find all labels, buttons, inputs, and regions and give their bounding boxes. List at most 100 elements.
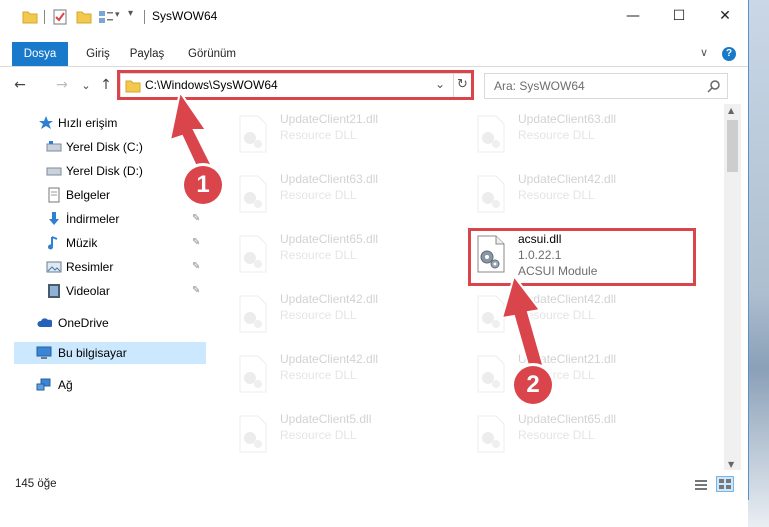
folder-icon[interactable] xyxy=(22,9,38,25)
minimize-icon: — xyxy=(626,8,640,24)
search-input[interactable]: Ara: SysWOW64 xyxy=(494,79,585,93)
customize-dropdown-icon[interactable]: ▾ xyxy=(115,10,120,20)
sidebar-item-this-pc[interactable]: Bu bilgisayar xyxy=(14,342,206,364)
sidebar-item-label: Yerel Disk (C:) xyxy=(66,140,143,154)
documents-icon xyxy=(48,187,60,203)
sidebar-item-network[interactable]: Ağ xyxy=(0,374,206,396)
large-icons-view-icon[interactable] xyxy=(716,476,734,492)
forward-button[interactable]: → xyxy=(52,75,72,95)
scrollbar-thumb[interactable] xyxy=(727,120,738,172)
divider xyxy=(144,10,145,24)
sidebar-item-pictures[interactable]: Resimler ✎ xyxy=(0,256,206,278)
file-description: Resource DLL xyxy=(280,368,357,382)
drive-icon xyxy=(46,141,62,152)
file-tile[interactable]: UpdateClient65.dll Resource DLL xyxy=(214,228,434,276)
forward-arrow-icon: → xyxy=(56,77,68,93)
sidebar-item-label: Videolar xyxy=(66,284,110,298)
file-description: Resource DLL xyxy=(280,308,357,322)
sidebar-item-music[interactable]: Müzik ✎ xyxy=(0,232,206,254)
dll-file-icon xyxy=(239,415,267,453)
up-button[interactable]: ↑ xyxy=(96,75,116,95)
divider xyxy=(44,10,45,24)
network-icon xyxy=(36,378,51,391)
file-tile[interactable]: UpdateClient42.dll Resource DLL xyxy=(214,288,434,336)
sidebar-item-videos[interactable]: Videolar ✎ xyxy=(0,280,206,302)
sidebar-item-downloads[interactable]: İndirmeler ✎ xyxy=(0,208,206,230)
video-icon xyxy=(48,284,60,298)
callout-badge-2: 2 xyxy=(514,366,552,404)
up-arrow-icon: ↑ xyxy=(100,77,112,93)
file-tile[interactable]: UpdateClient63.dll Resource DLL xyxy=(452,108,672,156)
file-tile[interactable]: UpdateClient63.dll Resource DLL xyxy=(214,168,434,216)
view-icon[interactable] xyxy=(98,9,114,25)
tab-gorunum[interactable]: Görünüm xyxy=(182,42,242,66)
file-name: UpdateClient42.dll xyxy=(280,352,379,366)
file-tile[interactable]: UpdateClient21.dll Resource DLL xyxy=(214,108,434,156)
sidebar-item-label: İndirmeler xyxy=(66,212,120,226)
tab-dosya[interactable]: Dosya xyxy=(12,42,68,66)
sidebar-item-label: OneDrive xyxy=(58,316,109,330)
music-icon xyxy=(48,236,58,250)
file-description: Resource DLL xyxy=(518,128,595,142)
new-folder-icon[interactable] xyxy=(76,9,92,25)
sidebar-item-label: Resimler xyxy=(66,260,114,274)
pictures-icon xyxy=(46,261,62,273)
qat-menu-icon[interactable]: ▾ xyxy=(128,8,133,19)
dll-file-icon xyxy=(239,355,267,393)
file-tile[interactable]: UpdateClient42.dll Resource DLL xyxy=(452,168,672,216)
maximize-button[interactable]: ☐ xyxy=(656,0,702,32)
file-name: UpdateClient65.dll xyxy=(280,232,379,246)
search-icon[interactable] xyxy=(707,79,721,93)
dll-file-icon xyxy=(477,175,505,213)
pin-icon[interactable]: ✎ xyxy=(192,261,200,272)
properties-icon[interactable] xyxy=(52,9,68,25)
file-name: UpdateClient63.dll xyxy=(280,172,379,186)
sidebar-item-label: Hızlı erişim xyxy=(58,116,118,130)
dll-file-icon xyxy=(477,415,505,453)
sidebar-item-label: Ağ xyxy=(58,378,73,392)
file-description: Resource DLL xyxy=(280,248,357,262)
back-arrow-icon: ← xyxy=(14,77,26,93)
recent-locations-button[interactable]: ⌄ xyxy=(76,75,96,95)
help-icon[interactable]: ? xyxy=(722,47,736,61)
back-button[interactable]: ← xyxy=(10,75,30,95)
sidebar-item-label: Belgeler xyxy=(66,188,111,202)
computer-icon xyxy=(36,346,52,359)
minimize-button[interactable]: — xyxy=(610,0,656,32)
file-name: UpdateClient42.dll xyxy=(518,172,617,186)
file-tile[interactable]: UpdateClient5.dll Resource DLL xyxy=(214,408,434,456)
file-description: Resource DLL xyxy=(518,188,595,202)
sidebar-item-onedrive[interactable]: OneDrive xyxy=(0,312,206,334)
pin-icon[interactable]: ✎ xyxy=(192,213,200,224)
file-tile[interactable]: UpdateClient65.dll Resource DLL xyxy=(452,408,672,456)
search-box[interactable]: Ara: SysWOW64 xyxy=(484,73,728,99)
file-name: UpdateClient5.dll xyxy=(280,412,372,426)
scroll-down-icon[interactable]: ▼ xyxy=(728,460,734,469)
status-bar xyxy=(0,470,748,500)
maximize-icon: ☐ xyxy=(672,8,686,24)
file-description: Resource DLL xyxy=(280,188,357,202)
download-icon xyxy=(49,212,59,225)
file-tile[interactable]: UpdateClient42.dll Resource DLL xyxy=(214,348,434,396)
close-button[interactable]: ✕ xyxy=(702,0,748,32)
scroll-up-icon[interactable]: ▲ xyxy=(728,106,734,115)
details-view-icon[interactable] xyxy=(694,478,708,492)
window-title: SysWOW64 xyxy=(152,9,218,23)
collapse-ribbon-icon[interactable]: ∨ xyxy=(700,46,708,59)
cloud-icon xyxy=(37,318,52,327)
dll-file-icon xyxy=(239,235,267,273)
tab-paylas[interactable]: Paylaş xyxy=(124,42,170,66)
callout-badge-1: 1 xyxy=(184,166,222,204)
star-icon xyxy=(39,116,53,129)
file-name: UpdateClient21.dll xyxy=(280,112,379,126)
drive-icon xyxy=(46,167,62,176)
file-name: UpdateClient63.dll xyxy=(518,112,617,126)
sidebar-item-label: Bu bilgisayar xyxy=(58,346,127,360)
dll-file-icon xyxy=(239,295,267,333)
desktop-background xyxy=(748,0,769,527)
tab-giris[interactable]: Giriş xyxy=(80,42,116,66)
ribbon-divider xyxy=(0,66,748,67)
pin-icon[interactable]: ✎ xyxy=(192,285,200,296)
pin-icon[interactable]: ✎ xyxy=(192,237,200,248)
title-bar: ▾ ▾ SysWOW64 — ☐ ✕ xyxy=(0,0,748,32)
